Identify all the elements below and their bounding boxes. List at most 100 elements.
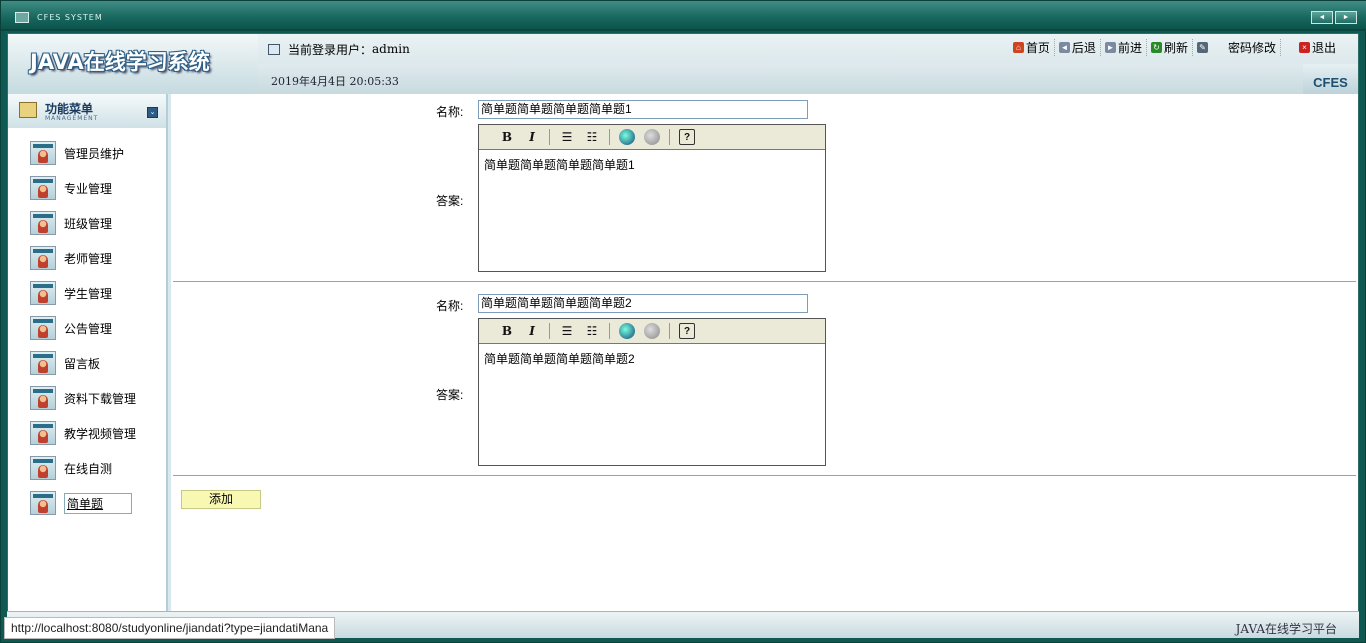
toolbar-divider (669, 129, 670, 145)
current-user-label: 当前登录用户： (288, 42, 373, 57)
sidebar-item-label: 学生管理 (64, 286, 113, 301)
question-name-input[interactable]: 简单题简单题简单题简单题1 (478, 100, 808, 119)
nav-refresh-label: 刷新 (1163, 41, 1188, 55)
user-icon (30, 281, 56, 305)
help-icon[interactable]: ? (679, 323, 695, 339)
logo-text: JAVA在线学习系统 (30, 50, 210, 74)
window-title: CFES SYSTEM (37, 13, 103, 22)
answer-editor: B I ☰ ☷ ? 简单题简单题简单题简单题1 (478, 124, 826, 272)
date-bar: 2019年4月4日 20:05:33 CFES (258, 64, 1358, 94)
nav-exit[interactable]: × 退出 (1295, 39, 1340, 56)
forward-icon: ► (1104, 42, 1116, 53)
editor-toolbar: B I ☰ ☷ ? (479, 125, 825, 150)
user-icon (30, 421, 56, 445)
editor-toolbar: B I ☰ ☷ ? (479, 319, 825, 344)
sidebar-item-notice[interactable]: 公告管理 (30, 315, 112, 341)
user-icon (30, 246, 56, 270)
insert-link-icon[interactable] (619, 323, 635, 339)
exit-icon: × (1298, 42, 1310, 53)
user-window-icon (268, 43, 280, 55)
nav-refresh[interactable]: ↻ 刷新 (1147, 39, 1193, 56)
menu-folder-icon (19, 102, 37, 118)
sidebar-item-class[interactable]: 班级管理 (30, 210, 112, 236)
current-user-name: admin (372, 42, 410, 56)
scroll-left-button[interactable]: ◄ (1311, 11, 1333, 24)
nav-forward[interactable]: ► 前进 (1101, 39, 1147, 56)
sidebar-item-label: 在线自测 (64, 461, 113, 476)
nav-password-label: 密码修改 (1227, 41, 1276, 55)
help-icon[interactable]: ? (679, 129, 695, 145)
question-name-input[interactable]: 简单题简单题简单题简单题2 (478, 294, 808, 313)
insert-link-icon[interactable] (619, 129, 635, 145)
answer-label: 答案: (436, 194, 464, 208)
name-label: 名称: (436, 105, 464, 119)
remove-link-icon[interactable] (644, 129, 660, 145)
sidebar-item-label: 留言板 (64, 356, 101, 371)
nav-forward-label: 前进 (1117, 41, 1142, 55)
bold-button[interactable]: B (499, 323, 515, 339)
sidebar-item-admin[interactable]: 管理员维护 (30, 140, 124, 166)
toolbar-divider (609, 323, 610, 339)
nav-back[interactable]: ◄ 后退 (1055, 39, 1101, 56)
sidebar-item-label: 资料下载管理 (64, 391, 137, 406)
refresh-icon: ↻ (1150, 42, 1162, 53)
toolbar-divider (549, 129, 550, 145)
sidebar-item-message[interactable]: 留言板 (30, 350, 100, 376)
toolbar-divider (669, 323, 670, 339)
ordered-list-icon[interactable]: ☰ (559, 129, 575, 145)
app-content: JAVA在线学习系统 当前登录用户： admin ⌂ 首页 ◄ 后退 ► 前进 ↻ 刷新… (7, 33, 1359, 638)
sidebar-item-major[interactable]: 专业管理 (30, 175, 112, 201)
answer-text-area[interactable]: 简单题简单题简单题简单题2 (479, 344, 825, 373)
remove-link-icon[interactable] (644, 323, 660, 339)
ordered-list-icon[interactable]: ☰ (559, 323, 575, 339)
nav-back-label: 后退 (1071, 41, 1096, 55)
sidebar-item-teacher[interactable]: 老师管理 (30, 245, 112, 271)
add-button[interactable]: 添加 (181, 490, 261, 509)
nav-home[interactable]: ⌂ 首页 (1009, 39, 1055, 56)
top-nav: ⌂ 首页 ◄ 后退 ► 前进 ↻ 刷新 ✎ 密码修改 × 退出 (1009, 39, 1340, 56)
scroll-right-button[interactable]: ► (1335, 11, 1357, 24)
sidebar-item-label: 公告管理 (64, 321, 113, 336)
name-label: 名称: (436, 299, 464, 313)
nav-password[interactable]: ✎ 密码修改 (1193, 39, 1281, 56)
current-datetime: 2019年4月4日 20:05:33 (271, 75, 399, 88)
logo: JAVA在线学习系统 (8, 34, 258, 94)
user-icon (30, 176, 56, 200)
brand-badge: CFES (1303, 64, 1358, 94)
edit-icon: ✎ (1196, 42, 1208, 53)
question-block: 名称: 简单题简单题简单题简单题2 答案: B I ☰ ☷ ? 简单题简单题简单… (173, 288, 1356, 476)
main-content: 名称: 简单题简单题简单题简单题1 答案: B I ☰ ☷ ? 简单题简单题简单… (173, 94, 1356, 612)
nav-exit-label: 退出 (1311, 41, 1336, 55)
answer-text-area[interactable]: 简单题简单题简单题简单题1 (479, 150, 825, 179)
sidebar-item-label: 教学视频管理 (64, 426, 137, 441)
user-icon (30, 211, 56, 235)
sidebar-item-video[interactable]: 教学视频管理 (30, 420, 136, 446)
sidebar-item-label: 管理员维护 (64, 146, 125, 161)
collapse-icon[interactable]: ⌄ (147, 107, 158, 118)
sidebar-item-selftest[interactable]: 在线自测 (30, 455, 112, 481)
sidebar-item-shortanswer[interactable]: 简单题 (30, 490, 133, 516)
sidebar: 功能菜单 MANAGEMENT ⌄ 管理员维护 专业管理 班级管理 老师管理 学… (8, 94, 168, 612)
toolbar-divider (609, 129, 610, 145)
user-icon (30, 141, 56, 165)
italic-button[interactable]: I (524, 129, 540, 145)
question-block: 名称: 简单题简单题简单题简单题1 答案: B I ☰ ☷ ? 简单题简单题简单… (173, 94, 1356, 282)
italic-button[interactable]: I (524, 323, 540, 339)
window-titlebar: CFES SYSTEM ◄ ► (1, 1, 1366, 31)
current-user-line: 当前登录用户： admin (268, 40, 410, 58)
answer-label: 答案: (436, 388, 464, 402)
user-icon (30, 491, 56, 515)
user-icon (30, 386, 56, 410)
sidebar-item-label: 简单题 (64, 492, 133, 514)
sidebar-item-student[interactable]: 学生管理 (30, 280, 112, 306)
sidebar-splitter[interactable] (168, 94, 171, 612)
bold-button[interactable]: B (499, 129, 515, 145)
back-icon: ◄ (1058, 42, 1070, 53)
user-icon (30, 456, 56, 480)
sidebar-header: 功能菜单 MANAGEMENT ⌄ (8, 94, 166, 128)
unordered-list-icon[interactable]: ☷ (584, 323, 600, 339)
sidebar-item-label: 老师管理 (64, 251, 113, 266)
sidebar-item-download[interactable]: 资料下载管理 (30, 385, 136, 411)
unordered-list-icon[interactable]: ☷ (584, 129, 600, 145)
nav-home-label: 首页 (1025, 41, 1050, 55)
